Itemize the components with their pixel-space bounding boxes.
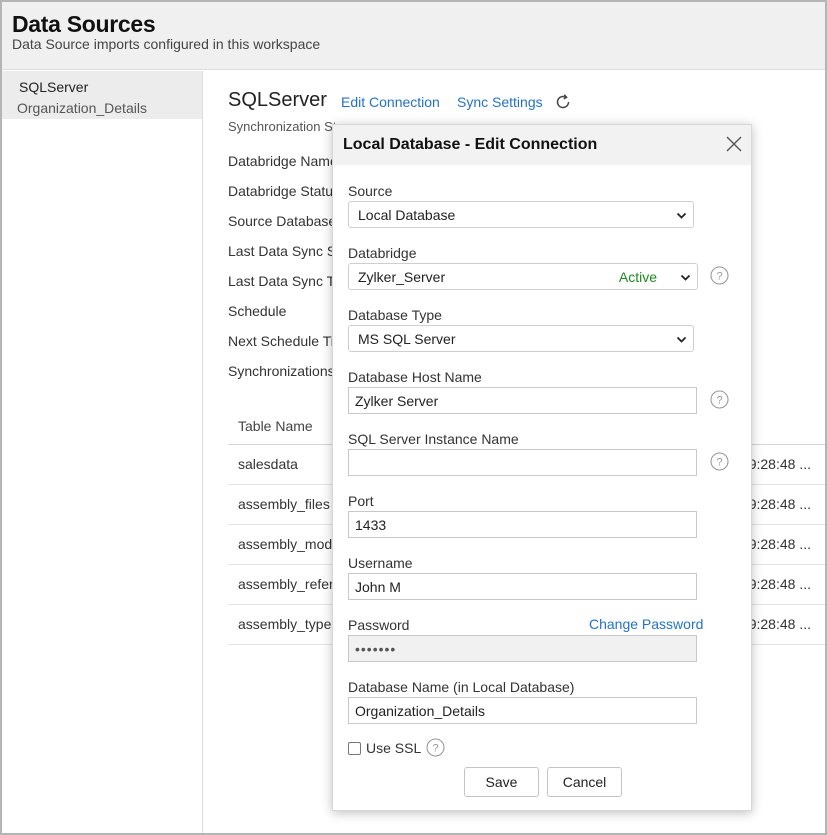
chevron-down-icon (680, 274, 691, 281)
table-name-cell: assembly_refere (238, 576, 342, 592)
svg-text:?: ? (716, 395, 722, 407)
table-name-cell: assembly_files (238, 496, 330, 512)
detail-next-schedule: Next Schedule Ti (228, 333, 334, 349)
chevron-down-icon (676, 212, 687, 219)
table-name-cell: assembly_types (238, 616, 339, 632)
instance-name-label: SQL Server Instance Name (348, 431, 519, 447)
help-icon[interactable]: ? (710, 266, 729, 285)
svg-text:?: ? (716, 271, 722, 283)
page-header: Data Sources Data Source imports configu… (2, 2, 825, 70)
table-time-cell: 9:28:48 ... (748, 576, 811, 592)
help-icon[interactable]: ? (710, 390, 729, 409)
svg-text:?: ? (432, 743, 438, 755)
column-header-table-name: Table Name (238, 418, 313, 434)
cancel-button[interactable]: Cancel (547, 767, 622, 797)
port-label: Port (348, 493, 374, 509)
change-password-link[interactable]: Change Password (589, 616, 703, 632)
databridge-label: Databridge (348, 245, 417, 261)
help-icon[interactable]: ? (426, 738, 445, 757)
detail-synchronizations: Synchronizations (228, 363, 335, 379)
sidebar-item-sqlserver[interactable]: SQLServer Organization_Details (2, 71, 202, 119)
chevron-down-icon (676, 336, 687, 343)
instance-name-input[interactable] (348, 449, 697, 476)
source-select[interactable]: Local Database (348, 201, 694, 228)
use-ssl-label: Use SSL (366, 740, 422, 756)
edit-connection-dialog: Local Database - Edit Connection Source … (332, 124, 752, 811)
sidebar: SQLServer Organization_Details (2, 71, 203, 833)
sidebar-item-subtitle: Organization_Details (17, 100, 147, 116)
table-time-cell: 9:28:48 ... (748, 496, 811, 512)
password-label: Password (348, 617, 410, 633)
detail-last-sync-time: Last Data Sync Ti (228, 273, 338, 289)
use-ssl-checkbox[interactable] (348, 742, 361, 755)
page-title: Data Sources (12, 11, 156, 37)
databridge-select[interactable]: Zylker_Server Active (348, 263, 698, 290)
detail-source-database: Source Database (228, 213, 337, 229)
password-input[interactable] (348, 635, 697, 662)
database-type-select[interactable]: MS SQL Server (348, 325, 694, 352)
sidebar-item-title: SQLServer (19, 79, 89, 95)
detail-databridge-name: Databridge Name (228, 153, 338, 169)
table-time-cell: 9:28:48 ... (748, 456, 811, 472)
table-name-cell: salesdata (238, 456, 298, 472)
source-label: Source (348, 183, 393, 199)
app-window: Data Sources Data Source imports configu… (0, 0, 827, 835)
edit-connection-link[interactable]: Edit Connection (341, 94, 440, 110)
dialog-header: Local Database - Edit Connection (333, 125, 751, 165)
help-icon[interactable]: ? (710, 452, 729, 471)
port-input[interactable] (348, 511, 697, 538)
detail-databridge-status: Databridge Status (228, 183, 341, 199)
database-name-input[interactable] (348, 697, 697, 724)
database-name-label: Database Name (in Local Database) (348, 679, 575, 695)
dialog-title: Local Database - Edit Connection (343, 136, 598, 153)
sync-subtitle: Synchronization St (228, 119, 337, 134)
username-label: Username (348, 555, 413, 571)
detail-last-sync-status: Last Data Sync St (228, 243, 341, 259)
database-type-value: MS SQL Server (358, 331, 456, 347)
table-name-cell: assembly_modu (238, 536, 340, 552)
page-subtitle: Data Source imports configured in this w… (12, 36, 321, 52)
detail-schedule: Schedule (228, 303, 287, 319)
data-source-title: SQLServer (228, 89, 327, 111)
refresh-icon[interactable] (554, 93, 572, 111)
save-button[interactable]: Save (464, 767, 539, 797)
sync-settings-link[interactable]: Sync Settings (457, 94, 543, 110)
databridge-status-badge: Active (618, 269, 657, 285)
database-type-label: Database Type (348, 307, 442, 323)
table-time-cell: 9:28:48 ... (748, 616, 811, 632)
close-icon[interactable] (725, 135, 743, 153)
host-name-input[interactable] (348, 387, 697, 414)
table-time-cell: 9:28:48 ... (748, 536, 811, 552)
svg-text:?: ? (716, 457, 722, 469)
source-value: Local Database (358, 207, 456, 223)
username-input[interactable] (348, 573, 697, 600)
databridge-value: Zylker_Server (358, 269, 446, 285)
host-name-label: Database Host Name (348, 369, 482, 385)
